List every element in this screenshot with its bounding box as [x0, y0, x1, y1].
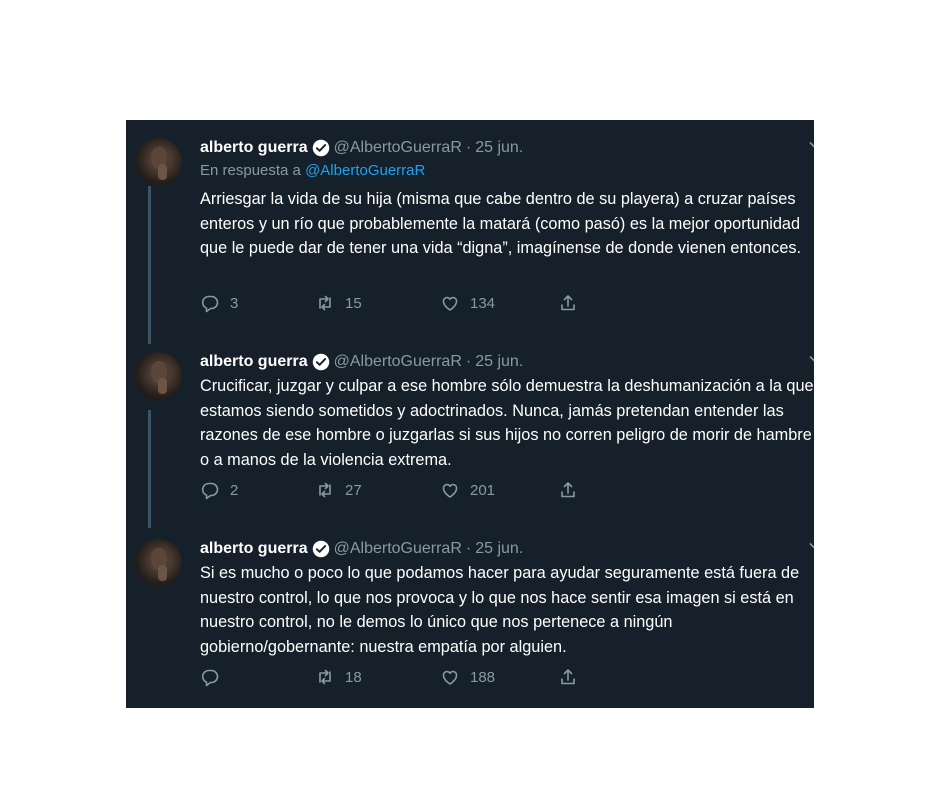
retweet-count: 15: [345, 294, 362, 312]
reply-handle-link[interactable]: @AlbertoGuerraR: [305, 162, 425, 179]
avatar[interactable]: [134, 138, 182, 186]
author-handle[interactable]: @AlbertoGuerraR: [334, 353, 462, 371]
tweet-thread: alberto guerra @AlbertoGuerraR · 25 jun.…: [126, 120, 814, 708]
separator: ·: [465, 139, 472, 156]
tweet-actions: 3 15 134: [200, 293, 620, 315]
like-button[interactable]: 188: [440, 667, 495, 687]
reply-count: 2: [230, 481, 239, 499]
like-button[interactable]: 201: [440, 480, 495, 500]
share-icon: [561, 482, 575, 498]
tweet-date[interactable]: 25 jun.: [475, 353, 523, 371]
share-icon: [561, 295, 575, 311]
verified-badge-icon: [312, 540, 329, 558]
like-count: 188: [470, 668, 496, 686]
reply-icon: [201, 669, 219, 687]
tweet[interactable]: alberto guerra @AlbertoGuerraR · 25 jun.…: [134, 138, 814, 318]
retweet-button[interactable]: 15: [315, 293, 362, 313]
tweet-text: Si es mucho o poco lo que podamos hacer …: [200, 564, 800, 656]
retweet-count: 27: [345, 481, 362, 499]
tweet-date[interactable]: 25 jun.: [475, 139, 523, 157]
reply-icon: [201, 482, 219, 500]
author-name[interactable]: alberto guerra: [200, 353, 308, 371]
retweet-icon: [319, 295, 331, 311]
tweet-header: alberto guerra @AlbertoGuerraR · 25 jun.: [200, 539, 523, 559]
like-count: 201: [470, 481, 496, 499]
verified-badge-icon: [312, 353, 329, 371]
separator: ·: [465, 540, 472, 557]
like-count: 134: [470, 294, 496, 312]
like-button[interactable]: 134: [440, 293, 495, 313]
share-button[interactable]: [558, 667, 578, 687]
like-icon: [442, 670, 458, 685]
tweet-text: Crucificar, juzgar y culpar a ese hombre…: [200, 377, 814, 469]
author-handle[interactable]: @AlbertoGuerraR: [334, 139, 462, 157]
chevron-down-icon[interactable]: [808, 352, 814, 366]
separator: ·: [465, 353, 472, 370]
reply-button[interactable]: [200, 667, 230, 687]
tweet-actions: 18 188: [200, 667, 620, 689]
reply-button[interactable]: 3: [200, 293, 238, 313]
author-name[interactable]: alberto guerra: [200, 139, 308, 157]
share-icon: [561, 669, 575, 685]
author-handle[interactable]: @AlbertoGuerraR: [334, 540, 462, 558]
chevron-down-icon[interactable]: [808, 138, 814, 152]
tweet-header: alberto guerra @AlbertoGuerraR · 25 jun.: [200, 352, 523, 372]
like-icon: [442, 296, 458, 311]
reply-button[interactable]: 2: [200, 480, 238, 500]
author-name[interactable]: alberto guerra: [200, 540, 308, 558]
tweet[interactable]: alberto guerra @AlbertoGuerraR · 25 jun.…: [134, 352, 814, 512]
retweet-icon: [319, 482, 331, 498]
share-button[interactable]: [558, 480, 578, 500]
tweet-actions: 2 27 201: [200, 480, 620, 502]
reply-context: En respuesta a @AlbertoGuerraR: [200, 162, 425, 179]
reply-icon: [201, 295, 219, 313]
tweet-text: Arriesgar la vida de su hija (misma que …: [200, 190, 802, 257]
avatar[interactable]: [134, 352, 182, 400]
retweet-count: 18: [345, 668, 362, 686]
like-icon: [442, 483, 458, 498]
verified-badge-icon: [312, 139, 329, 157]
reply-count: 3: [230, 294, 239, 312]
chevron-down-icon[interactable]: [808, 539, 814, 553]
retweet-button[interactable]: 18: [315, 667, 362, 687]
tweet[interactable]: alberto guerra @AlbertoGuerraR · 25 jun.…: [134, 539, 814, 699]
share-button[interactable]: [558, 293, 578, 313]
reply-prefix: En respuesta a: [200, 162, 301, 179]
tweet-date[interactable]: 25 jun.: [475, 540, 523, 558]
retweet-button[interactable]: 27: [315, 480, 362, 500]
avatar[interactable]: [134, 539, 182, 587]
retweet-icon: [319, 669, 331, 685]
tweet-header: alberto guerra @AlbertoGuerraR · 25 jun.: [200, 138, 523, 158]
